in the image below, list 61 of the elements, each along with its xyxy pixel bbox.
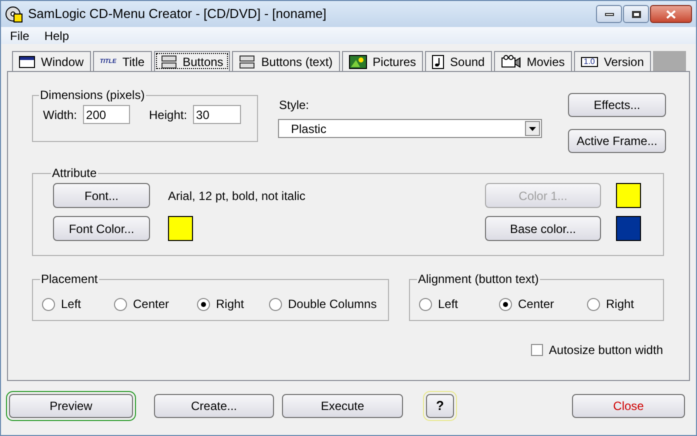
color-swatch[interactable] [616, 216, 641, 241]
tab[interactable]: Movies [494, 51, 572, 71]
field-label: Style: [279, 97, 310, 114]
font-description: Arial, 12 pt, bold, not italic [168, 188, 306, 204]
radio-label: Center [133, 296, 170, 313]
film-icon [500, 54, 521, 68]
radio-label: Right [216, 296, 244, 313]
group-title: Placement [40, 271, 99, 288]
maximize-button[interactable] [623, 5, 649, 23]
radio-button[interactable] [587, 298, 600, 310]
radio-label: Center [518, 296, 554, 313]
radio-button[interactable] [269, 298, 282, 310]
radio-button[interactable] [419, 298, 432, 310]
radio-button[interactable] [499, 298, 512, 310]
color-swatch[interactable] [168, 216, 193, 241]
menu-item[interactable]: Help [43, 26, 70, 44]
width-field[interactable]: 200 [83, 105, 130, 124]
radio-button[interactable] [42, 298, 55, 310]
dialog-button[interactable]: Create... [154, 394, 274, 418]
font-button[interactable]: Font... [53, 183, 150, 208]
dialog-button[interactable]: Preview [9, 394, 133, 418]
tab[interactable]: 1.0 Version [574, 51, 651, 71]
style-dropdown[interactable]: Plastic [278, 119, 542, 138]
group-title: Alignment (button text) [417, 271, 540, 288]
radio-label: Right [606, 296, 634, 313]
color-button[interactable]: Base color... [485, 216, 601, 241]
close-window-button[interactable] [650, 5, 692, 23]
checkbox[interactable] [530, 344, 543, 356]
radio-label: Double Columns [288, 296, 377, 313]
buttons-icon [160, 54, 177, 68]
group-title: Dimensions (pixels) [39, 87, 146, 104]
field-label: Height: [149, 106, 188, 124]
dialog-button[interactable]: Active Frame... [568, 129, 666, 153]
radio-label: Left [61, 296, 82, 313]
tab[interactable]: Buttons (text) [232, 51, 340, 71]
window-title: SamLogic CD-Menu Creator - [CD/DVD] - [noname] [28, 5, 326, 24]
radio-label: Left [438, 296, 458, 313]
music-note-icon [432, 54, 444, 68]
field-label: Width: [43, 106, 78, 124]
group-title: Attribute [51, 165, 98, 182]
close-icon [666, 10, 676, 18]
tab[interactable]: Sound [425, 51, 492, 71]
dialog-button[interactable]: Execute [282, 394, 403, 418]
dialog-button[interactable]: Close [572, 394, 685, 418]
cd-icon [5, 5, 23, 23]
dialog-button[interactable]: Effects... [568, 93, 666, 117]
menu-item[interactable]: File [9, 26, 30, 44]
tab[interactable]: Window [12, 51, 91, 71]
buttons-icon [239, 54, 256, 68]
height-field[interactable]: 30 [193, 105, 242, 124]
radio-button[interactable] [114, 298, 127, 310]
font-color-button[interactable]: Font Color... [53, 216, 150, 241]
version-icon: 1.0 [580, 56, 598, 66]
tab[interactable]: Pictures [342, 51, 424, 71]
radio-button[interactable] [197, 298, 210, 310]
window-icon [19, 56, 35, 68]
picture-icon [348, 54, 367, 68]
tab[interactable]: Buttons [154, 51, 230, 71]
help-button[interactable]: ? [426, 394, 454, 418]
minimize-button[interactable] [596, 5, 622, 23]
checkbox-label: Autosize button width [548, 342, 663, 359]
